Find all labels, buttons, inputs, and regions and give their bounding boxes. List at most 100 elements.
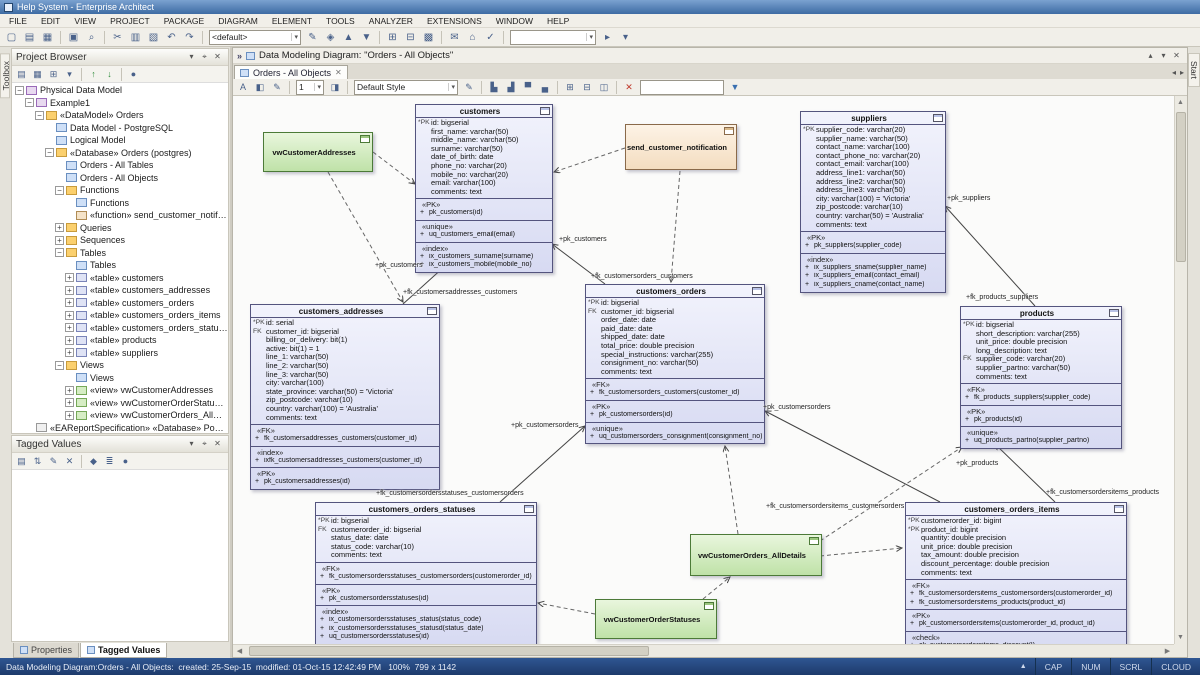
chevron-icon[interactable]: » bbox=[237, 51, 242, 61]
depth-spinner[interactable]: 1 ▾ bbox=[296, 79, 324, 95]
panel-menu-icon[interactable]: ▾ bbox=[185, 438, 198, 450]
expander-icon[interactable]: + bbox=[65, 398, 74, 408]
help-icon[interactable]: ● bbox=[118, 454, 133, 468]
menu-element[interactable]: ELEMENT bbox=[265, 16, 319, 26]
close-pane-icon[interactable]: ✕ bbox=[1170, 50, 1183, 62]
close-panel-icon[interactable]: ✕ bbox=[211, 438, 224, 450]
matrix-icon[interactable]: ▩ bbox=[420, 29, 437, 45]
default-perspective-combo[interactable]: <default> ▾ bbox=[209, 29, 301, 45]
expander-icon[interactable]: − bbox=[55, 248, 64, 258]
diagram-canvas[interactable]: customers *PK id: bigserial first_name: var… bbox=[233, 96, 1187, 657]
horizontal-scroll-thumb[interactable] bbox=[249, 646, 649, 656]
tree-item[interactable]: Views bbox=[12, 372, 228, 385]
font-icon[interactable]: A bbox=[235, 80, 251, 95]
filter-icon[interactable]: ▼ bbox=[727, 80, 743, 95]
tree-item[interactable]: − Example1 bbox=[12, 97, 228, 110]
new-icon[interactable]: ▢ bbox=[3, 29, 20, 45]
collapse-icon[interactable]: ⊟ bbox=[579, 80, 595, 95]
expander-icon[interactable]: + bbox=[65, 273, 74, 283]
pin-icon[interactable]: ⌖ bbox=[198, 51, 211, 63]
expander-icon[interactable]: + bbox=[65, 385, 74, 395]
tree-item[interactable]: − Functions bbox=[12, 184, 228, 197]
new-diagram-icon[interactable]: ▦ bbox=[30, 67, 45, 81]
close-panel-icon[interactable]: ✕ bbox=[211, 51, 224, 63]
sort-icon[interactable]: ⇅ bbox=[30, 454, 45, 468]
menu-help[interactable]: HELP bbox=[540, 16, 576, 26]
edit-icon[interactable]: ✎ bbox=[304, 29, 321, 45]
scroll-up-icon[interactable]: ▲ bbox=[1174, 96, 1187, 109]
tree-item[interactable]: Logical Model bbox=[12, 134, 228, 147]
start-tab[interactable]: Start bbox=[1188, 53, 1200, 87]
expander-icon[interactable]: − bbox=[55, 185, 64, 195]
tree-item[interactable]: + «view» vwCustomerOrderStatuses bbox=[12, 397, 228, 410]
dropdown-arrow-icon[interactable]: ▾ bbox=[448, 83, 455, 91]
paste-icon[interactable]: ▧ bbox=[145, 29, 162, 45]
collapse-all-icon[interactable]: ⊟ bbox=[402, 29, 419, 45]
pane-menu-icon[interactable]: ▾ bbox=[1157, 50, 1170, 62]
diagram-surface[interactable]: customers *PK id: bigserial first_name: var… bbox=[233, 96, 1174, 644]
toolbox-tab[interactable]: Toolbox bbox=[0, 53, 11, 99]
mail-icon[interactable]: ✉ bbox=[446, 29, 463, 45]
print-icon[interactable]: ▣ bbox=[65, 29, 82, 45]
new-element-icon[interactable]: ⊞ bbox=[46, 67, 61, 81]
entity-vwCustomerAddresses[interactable]: vwCustomerAddresses bbox=[263, 132, 373, 172]
panel-menu-icon[interactable]: ▾ bbox=[185, 51, 198, 63]
dock-tab-properties[interactable]: Properties bbox=[13, 643, 80, 658]
tree-item[interactable]: − «Database» Orders (postgres) bbox=[12, 147, 228, 160]
expander-icon[interactable]: − bbox=[35, 110, 44, 120]
entity-products[interactable]: products *PK id: bigserial short_descriptio… bbox=[960, 306, 1122, 449]
dropdown-arrow-icon[interactable]: ▾ bbox=[291, 33, 298, 41]
style-edit-icon[interactable]: ✎ bbox=[461, 80, 477, 95]
tree-item[interactable]: «function» send_customer_notificati... bbox=[12, 209, 228, 222]
entity-customers_orders_items[interactable]: customers_orders_items *PK customerorder_i… bbox=[905, 502, 1127, 644]
align-left-icon[interactable]: ▙ bbox=[486, 80, 502, 95]
dropdown-arrow-icon[interactable]: ▾ bbox=[314, 83, 321, 91]
tab-scroll-left-icon[interactable]: ◂ bbox=[1172, 68, 1176, 77]
entity-customers_addresses[interactable]: customers_addresses *PK id: serial FK custom… bbox=[250, 304, 440, 490]
scroll-right-icon[interactable]: ▶ bbox=[1161, 645, 1174, 657]
search-icon[interactable]: ⌕ bbox=[83, 29, 100, 45]
align-top-icon[interactable]: ▀ bbox=[520, 80, 536, 95]
tree-item[interactable]: − Views bbox=[12, 359, 228, 372]
tag-icon[interactable]: ◆ bbox=[86, 454, 101, 468]
expander-icon[interactable]: + bbox=[65, 298, 74, 308]
tree-item[interactable]: + «table» customers_orders_statuses bbox=[12, 322, 228, 335]
entity-vwCustomerOrderStatuses[interactable]: vwCustomerOrderStatuses bbox=[595, 599, 717, 639]
expander-icon[interactable]: + bbox=[65, 410, 74, 420]
new-package-icon[interactable]: ▤ bbox=[14, 67, 29, 81]
swap-icon[interactable]: ◨ bbox=[327, 80, 343, 95]
save-icon[interactable]: ▦ bbox=[39, 29, 56, 45]
tree-item[interactable]: + «table» products bbox=[12, 334, 228, 347]
browser-menu-icon[interactable]: ▾ bbox=[62, 67, 77, 81]
home-icon[interactable]: ⌂ bbox=[464, 29, 481, 45]
horizontal-scrollbar[interactable]: ◀ ▶ bbox=[233, 644, 1174, 657]
check-icon[interactable]: ✓ bbox=[482, 29, 499, 45]
search-box-combo[interactable]: ▾ bbox=[510, 29, 596, 45]
expander-icon[interactable]: + bbox=[65, 335, 74, 345]
delete-icon[interactable]: ✕ bbox=[621, 80, 637, 95]
expander-icon[interactable]: + bbox=[65, 310, 74, 320]
tree-item[interactable]: + «view» vwCustomerOrders_AllDetails bbox=[12, 409, 228, 422]
entity-vwCustomerOrders_AllDetails[interactable]: vwCustomerOrders_AllDetails bbox=[690, 534, 822, 576]
menu-extensions[interactable]: EXTENSIONS bbox=[420, 16, 489, 26]
move-up-icon[interactable]: ↑ bbox=[86, 67, 101, 81]
copy-icon[interactable]: ▥ bbox=[127, 29, 144, 45]
align-right-icon[interactable]: ▟ bbox=[503, 80, 519, 95]
tree-item[interactable]: + Sequences bbox=[12, 234, 228, 247]
tab-orders-all-objects[interactable]: Orders - All Objects ✕ bbox=[234, 65, 348, 79]
expander-icon[interactable]: − bbox=[25, 98, 34, 108]
entity-send_customer_notification[interactable]: send_customer_notification bbox=[625, 124, 737, 170]
pin-icon[interactable]: ⌖ bbox=[198, 438, 211, 450]
new-element-icon[interactable]: ⊞ bbox=[384, 29, 401, 45]
menu-package[interactable]: PACKAGE bbox=[157, 16, 211, 26]
tree-item[interactable]: − Tables bbox=[12, 247, 228, 260]
diagram-style-combo[interactable]: Default Style ▾ bbox=[354, 79, 458, 95]
expander-icon[interactable]: + bbox=[65, 348, 74, 358]
tree-item[interactable]: + «table» customers_orders_items bbox=[12, 309, 228, 322]
vertical-scroll-thumb[interactable] bbox=[1176, 112, 1186, 262]
menu-tools[interactable]: TOOLS bbox=[319, 16, 362, 26]
redo-icon[interactable]: ↷ bbox=[181, 29, 198, 45]
expander-icon[interactable]: − bbox=[45, 148, 54, 158]
navigate-up-icon[interactable]: ▲ bbox=[340, 29, 357, 45]
entity-customers_orders[interactable]: customers_orders *PK id: bigserial FK custom… bbox=[585, 284, 765, 445]
